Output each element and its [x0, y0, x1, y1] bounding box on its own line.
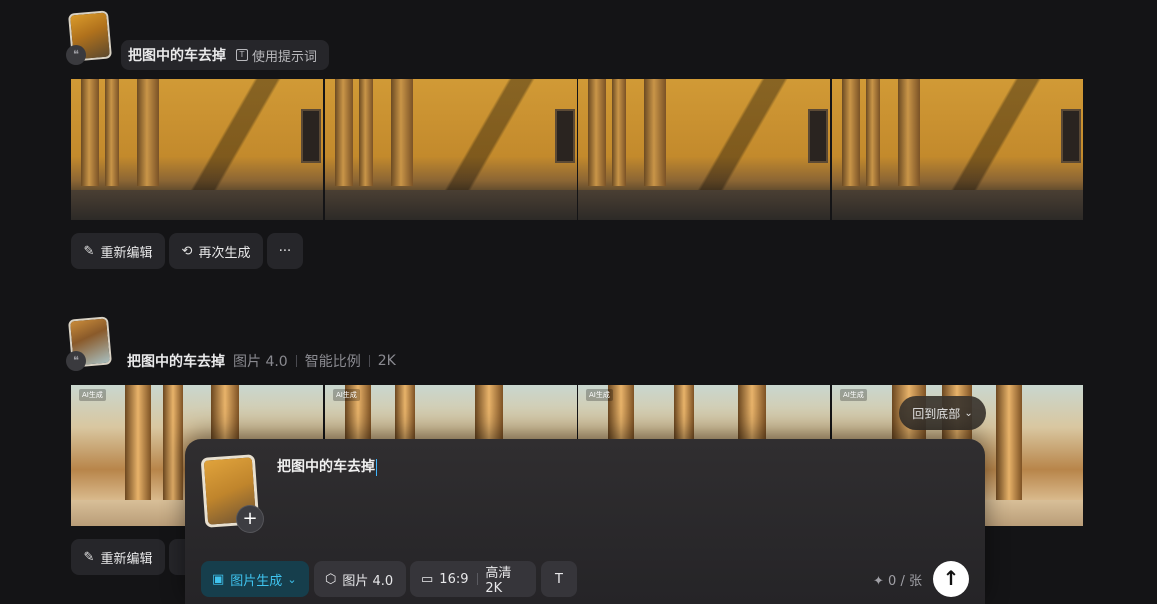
use-prompt-button[interactable]: T 使用提示词: [236, 46, 317, 65]
more-button[interactable]: ···: [267, 233, 303, 269]
text-format-icon: T: [555, 571, 563, 587]
prompt-composer: + 把图中的车去掉 ▣ 图片生成 ⌄ ⬡ 图片 4.0 ▭ 16:9 高清 2K…: [185, 439, 985, 604]
refresh-icon: ⟲: [181, 243, 193, 259]
model-label: 图片 4.0: [342, 573, 394, 589]
result-image[interactable]: [325, 79, 577, 220]
back-to-bottom-button[interactable]: 回到底部 ⌄: [899, 396, 986, 430]
ai-generated-tag: AI生成: [840, 389, 867, 401]
arrow-up-icon: ↑: [942, 566, 960, 590]
chevron-down-icon: ⌄: [287, 572, 297, 586]
prompt-pill[interactable]: 把图中的车去掉 T 使用提示词: [121, 40, 329, 70]
edit-icon: ✎: [83, 549, 95, 565]
re-edit-button[interactable]: ✎ 重新编辑: [71, 539, 165, 575]
model-select[interactable]: ⬡ 图片 4.0: [314, 561, 406, 597]
re-edit-label: 重新编辑: [100, 551, 153, 567]
edit-icon: ✎: [83, 243, 95, 259]
image-generate-icon: ▣: [212, 571, 225, 587]
size-select[interactable]: ▭ 16:9 高清 2K: [410, 561, 536, 597]
use-prompt-label: 使用提示词: [252, 49, 318, 65]
ai-generated-tag: AI生成: [79, 389, 106, 401]
quality-label: 高清 2K: [485, 566, 512, 596]
prompt-input-text: 把图中的车去掉: [277, 459, 375, 475]
quote-icon: ❝: [66, 351, 86, 371]
prompt-text: 把图中的车去掉: [127, 354, 225, 370]
result-image[interactable]: [71, 79, 323, 220]
ratio-label: 智能比例: [304, 354, 361, 370]
divider: [295, 355, 297, 367]
more-icon: ···: [278, 243, 292, 259]
regenerate-button[interactable]: ⟲ 再次生成: [169, 233, 263, 269]
divider: [368, 355, 370, 367]
ratio-label: 16:9: [439, 571, 469, 587]
model-label: 图片 4.0: [233, 354, 288, 370]
prompt-icon: T: [236, 49, 248, 61]
quote-icon: ❝: [66, 45, 86, 65]
re-edit-label: 重新编辑: [100, 245, 153, 261]
credits-indicator: ✦ 0 / 张: [873, 570, 922, 589]
re-edit-button[interactable]: ✎ 重新编辑: [71, 233, 165, 269]
add-image-button[interactable]: +: [237, 506, 263, 532]
ai-generated-tag: AI生成: [586, 389, 613, 401]
sparkle-icon: ✦: [873, 574, 884, 589]
resolution-label: 2K: [377, 353, 396, 369]
text-style-button[interactable]: T: [541, 561, 577, 597]
prompt-text: 把图中的车去掉: [128, 48, 226, 64]
double-chevron-down-icon: ⌄: [964, 407, 973, 419]
result-image[interactable]: [578, 79, 830, 220]
cube-icon: ⬡: [325, 571, 337, 587]
aspect-ratio-icon: ▭: [421, 571, 434, 587]
mode-select[interactable]: ▣ 图片生成 ⌄: [201, 561, 309, 597]
prompt-input[interactable]: 把图中的车去掉: [277, 456, 377, 476]
result-image[interactable]: [832, 79, 1083, 220]
text-caret: [376, 458, 377, 476]
credits-label: 0 / 张: [888, 574, 922, 589]
mode-label: 图片生成: [230, 573, 283, 589]
generation-meta: 把图中的车去掉 图片 4.0 智能比例 2K: [127, 351, 396, 371]
ai-generated-tag: AI生成: [333, 389, 360, 401]
send-button[interactable]: ↑: [933, 561, 969, 597]
divider: [476, 573, 478, 585]
regenerate-label: 再次生成: [198, 245, 251, 261]
back-to-bottom-label: 回到底部: [912, 406, 961, 421]
